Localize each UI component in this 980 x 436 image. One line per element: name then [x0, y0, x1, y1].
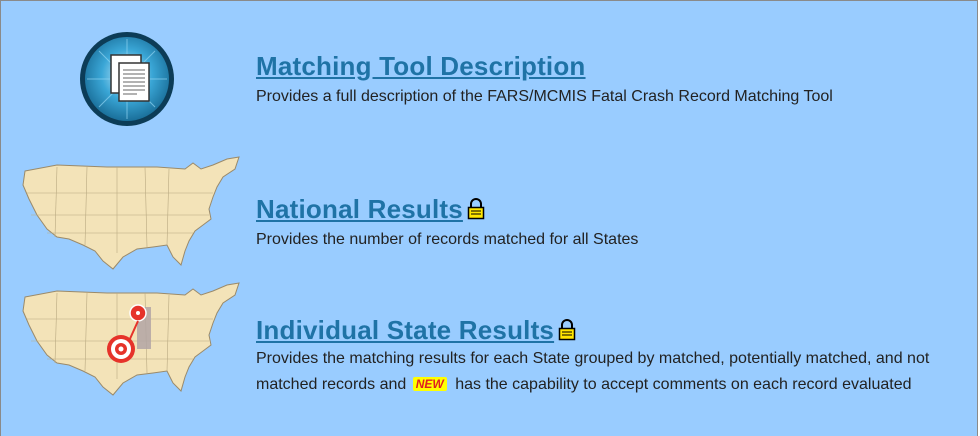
individual-state-results-link[interactable]: Individual State Results — [256, 315, 554, 345]
section-matching-tool: Matching Tool Description Provides a ful… — [256, 51, 833, 110]
documents-icon[interactable] — [77, 29, 177, 129]
individual-state-results-text-part2: has the capability to accept comments on… — [455, 376, 912, 393]
us-map-target-icon[interactable] — [17, 279, 245, 401]
section-national-results: National Results Provides the number of … — [256, 194, 638, 253]
section-individual-state-results: Individual State Results Provides the ma… — [256, 315, 956, 398]
lock-icon — [558, 319, 576, 346]
matching-tool-description-link[interactable]: Matching Tool Description — [256, 51, 833, 82]
national-results-link[interactable]: National Results — [256, 194, 463, 224]
individual-state-results-text: Provides the matching results for each S… — [256, 346, 946, 398]
new-badge: NEW — [412, 377, 447, 391]
content-panel: Matching Tool Description Provides a ful… — [0, 0, 978, 436]
lock-icon — [467, 198, 485, 225]
national-results-text: Provides the number of records matched f… — [256, 231, 639, 248]
us-map-icon[interactable] — [17, 153, 245, 275]
matching-tool-description-text: Provides a full description of the FARS/… — [256, 88, 833, 105]
